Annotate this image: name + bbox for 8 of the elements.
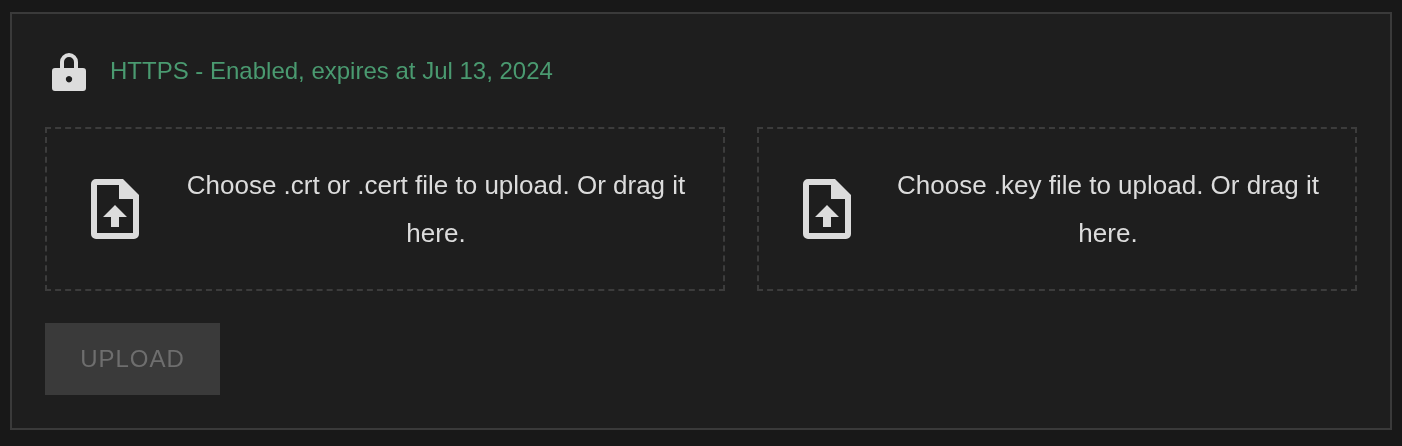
file-upload-icon [803,179,851,239]
https-status-text: HTTPS - Enabled, expires at Jul 13, 2024 [110,57,553,85]
lock-icon [52,51,86,91]
file-upload-icon [91,179,139,239]
file-drop-zone[interactable]: Choose .crt or .cert file to upload. Or drag it here. [45,127,725,291]
drop-zone-instructions: Choose .crt or .cert file to upload. Or drag it here. [185,169,687,250]
drop-zone-instructions: Choose .key file to upload. Or drag it here. [896,169,1320,250]
file-drop-zone[interactable]: Choose .key file to upload. Or drag it here. [757,127,1357,291]
